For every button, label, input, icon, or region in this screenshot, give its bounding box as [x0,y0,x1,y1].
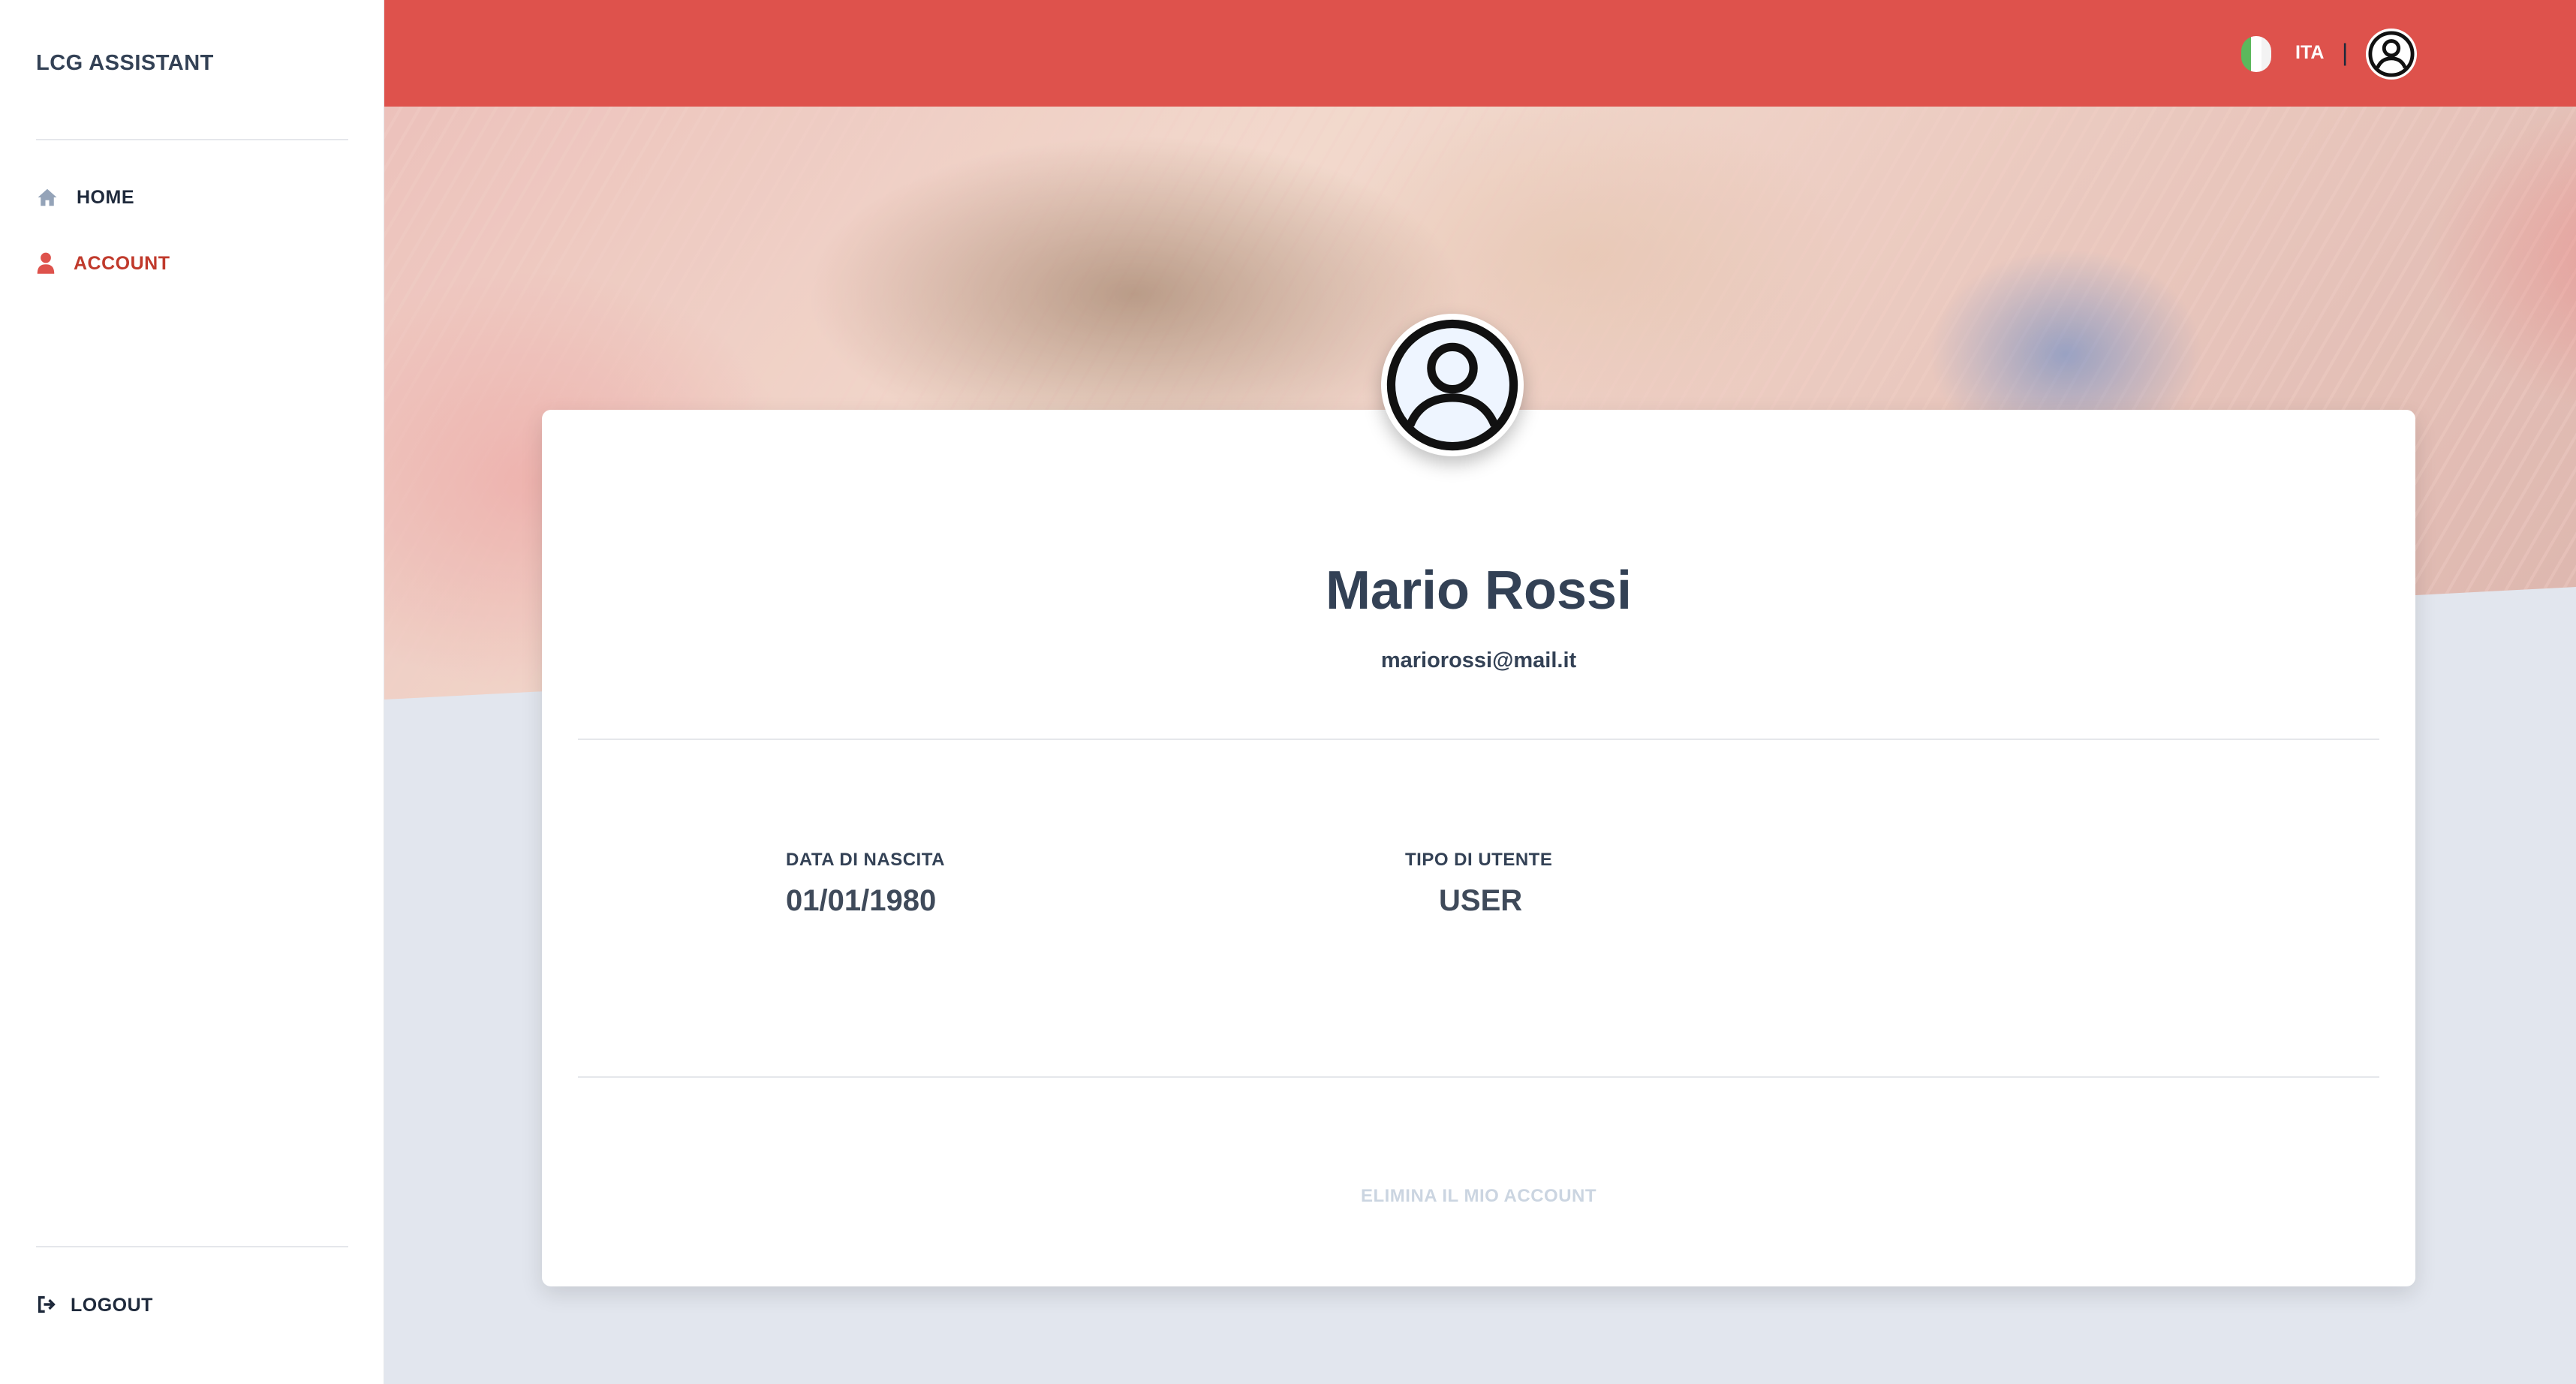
profile-name: Mario Rossi [1325,561,1633,621]
profile-email: mariorossi@mail.it [1380,648,1577,672]
birthdate-label: DATA DI NASCITA [786,850,945,870]
user-type-label: TIPO DI UTENTE [1405,850,1553,870]
user-circle-icon [2368,31,2415,77]
sidebar-item-home[interactable]: HOME [36,186,134,209]
user-circle-icon [1386,319,1518,451]
italy-flag-icon[interactable] [2241,36,2271,72]
profile-avatar [1381,314,1524,456]
brand-title: LCG ASSISTANT [36,51,214,75]
sidebar-item-label: ACCOUNT [74,252,170,274]
user-icon [36,252,59,275]
card-divider [578,1076,2379,1078]
logout-button[interactable]: LOGOUT [36,1294,153,1316]
card-divider [578,739,2379,740]
language-selector[interactable]: ITA [2295,42,2324,64]
topbar: ITA | [384,0,2576,107]
birthdate-value: 01/01/1980 [786,884,937,917]
sidebar-divider-top [36,139,348,140]
app-root: LCG ASSISTANT HOME ACCOUNT LOGOUT ITA | … [0,0,2576,1384]
sidebar-divider-bottom [36,1246,348,1247]
home-icon [36,186,59,209]
sign-out-icon [36,1294,59,1316]
logout-label: LOGOUT [71,1294,153,1316]
topbar-separator: | [2342,39,2349,66]
user-menu-avatar[interactable] [2366,29,2417,80]
sidebar: LCG ASSISTANT HOME ACCOUNT LOGOUT [0,0,384,1384]
user-type-value: USER [1439,884,1523,917]
delete-account-button[interactable]: ELIMINA IL MIO ACCOUNT [542,1186,2415,1207]
sidebar-item-label: HOME [77,186,134,208]
profile-card: Mario Rossi mariorossi@mail.it DATA DI N… [542,314,2415,1286]
sidebar-item-account[interactable]: ACCOUNT [36,252,170,275]
